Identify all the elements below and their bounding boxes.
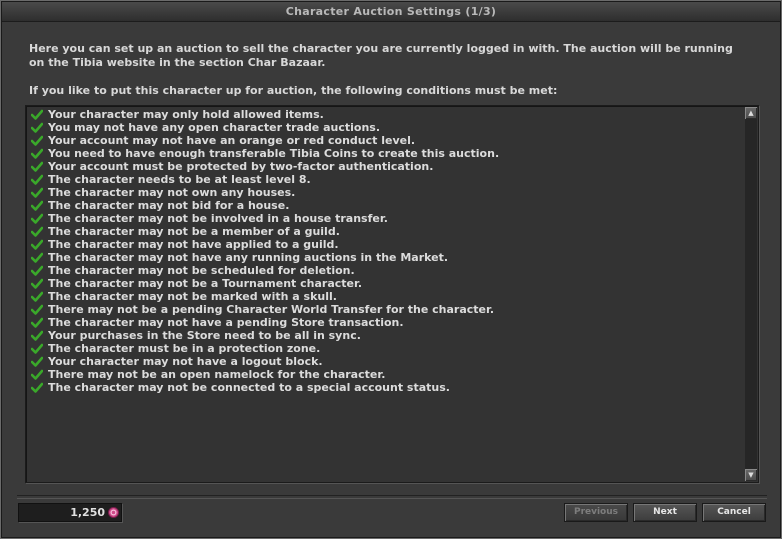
- condition-text: You may not have any open character trad…: [48, 121, 381, 134]
- checkmark-icon: [31, 304, 43, 315]
- condition-item: The character may not be scheduled for d…: [31, 264, 741, 277]
- condition-text: The character may not own any houses.: [48, 186, 296, 199]
- condition-item: The character may not own any houses.: [31, 186, 741, 199]
- conditions-list: Your character may only hold allowed ite…: [31, 108, 741, 394]
- checkmark-icon: [31, 330, 43, 341]
- condition-item: The character may not have a pending Sto…: [31, 316, 741, 329]
- divider: [17, 495, 767, 499]
- condition-item: Your account must be protected by two-fa…: [31, 160, 741, 173]
- checkmark-icon: [31, 239, 43, 250]
- condition-text: Your purchases in the Store need to be a…: [48, 329, 361, 342]
- condition-text: Your character may only hold allowed ite…: [48, 108, 324, 121]
- condition-text: You need to have enough transferable Tib…: [48, 147, 500, 160]
- checkmark-icon: [31, 252, 43, 263]
- checkmark-icon: [31, 382, 43, 393]
- checkmark-icon: [31, 343, 43, 354]
- coin-balance: 1,250: [18, 503, 122, 522]
- condition-item: Your character may not have a logout blo…: [31, 355, 741, 368]
- condition-item: The character may not be marked with a s…: [31, 290, 741, 303]
- condition-text: The character may not be marked with a s…: [48, 290, 337, 303]
- condition-text: Your account must be protected by two-fa…: [48, 160, 434, 173]
- condition-text: There may not be a pending Character Wor…: [48, 303, 495, 316]
- coin-balance-value: 1,250: [70, 506, 105, 519]
- condition-text: The character may not have a pending Sto…: [48, 316, 404, 329]
- condition-text: Your character may not have a logout blo…: [48, 355, 323, 368]
- condition-text: The character may not be involved in a h…: [48, 212, 388, 225]
- checkmark-icon: [31, 369, 43, 380]
- previous-button[interactable]: Previous: [564, 503, 628, 522]
- condition-item: The character may not be a member of a g…: [31, 225, 741, 238]
- condition-text: The character may not have any running a…: [48, 251, 449, 264]
- condition-item: Your account may not have an orange or r…: [31, 134, 741, 147]
- checkmark-icon: [31, 265, 43, 276]
- condition-text: The character must be in a protection zo…: [48, 342, 321, 355]
- condition-item: There may not be an open namelock for th…: [31, 368, 741, 381]
- condition-item: The character may not be a Tournament ch…: [31, 277, 741, 290]
- checkmark-icon: [31, 122, 43, 133]
- checkmark-icon: [31, 109, 43, 120]
- condition-item: The character may not have applied to a …: [31, 238, 741, 251]
- condition-item: The character may not be involved in a h…: [31, 212, 741, 225]
- condition-text: The character may not be connected to a …: [48, 381, 450, 394]
- checkmark-icon: [31, 213, 43, 224]
- intro-text: Here you can set up an auction to sell t…: [29, 42, 749, 98]
- condition-text: The character may not bid for a house.: [48, 199, 290, 212]
- condition-item: You need to have enough transferable Tib…: [31, 147, 741, 160]
- condition-item: The character may not be connected to a …: [31, 381, 741, 394]
- checkmark-icon: [31, 226, 43, 237]
- condition-text: Your account may not have an orange or r…: [48, 134, 416, 147]
- checkmark-icon: [31, 317, 43, 328]
- condition-text: The character needs to be at least level…: [48, 173, 311, 186]
- checkmark-icon: [31, 356, 43, 367]
- tibia-coin-icon: [108, 507, 119, 518]
- condition-item: You may not have any open character trad…: [31, 121, 741, 134]
- conditions-heading: If you like to put this character up for…: [29, 84, 558, 97]
- checkmark-icon: [31, 135, 43, 146]
- checkmark-icon: [31, 200, 43, 211]
- scroll-down-icon[interactable]: ▼: [745, 469, 757, 481]
- condition-item: The character needs to be at least level…: [31, 173, 741, 186]
- scroll-up-icon[interactable]: ▲: [745, 107, 757, 119]
- condition-item: Your purchases in the Store need to be a…: [31, 329, 741, 342]
- checkmark-icon: [31, 278, 43, 289]
- condition-text: The character may not be a Tournament ch…: [48, 277, 363, 290]
- window-title[interactable]: Character Auction Settings (1/3): [2, 2, 780, 22]
- condition-item: Your character may only hold allowed ite…: [31, 108, 741, 121]
- checkmark-icon: [31, 187, 43, 198]
- conditions-listbox[interactable]: Your character may only hold allowed ite…: [25, 105, 759, 483]
- checkmark-icon: [31, 291, 43, 302]
- checkmark-icon: [31, 161, 43, 172]
- condition-text: There may not be an open namelock for th…: [48, 368, 386, 381]
- next-button[interactable]: Next: [633, 503, 697, 522]
- auction-settings-window: Character Auction Settings (1/3) Here yo…: [0, 0, 782, 539]
- condition-item: The character may not have any running a…: [31, 251, 741, 264]
- condition-text: The character may not be a member of a g…: [48, 225, 340, 238]
- intro-paragraph: Here you can set up an auction to sell t…: [29, 42, 733, 69]
- condition-text: The character may not be scheduled for d…: [48, 264, 355, 277]
- condition-text: The character may not have applied to a …: [48, 238, 339, 251]
- condition-item: There may not be a pending Character Wor…: [31, 303, 741, 316]
- checkmark-icon: [31, 174, 43, 185]
- condition-item: The character may not bid for a house.: [31, 199, 741, 212]
- checkmark-icon: [31, 148, 43, 159]
- cancel-button[interactable]: Cancel: [702, 503, 766, 522]
- condition-item: The character must be in a protection zo…: [31, 342, 741, 355]
- scrollbar[interactable]: ▲ ▼: [745, 107, 757, 481]
